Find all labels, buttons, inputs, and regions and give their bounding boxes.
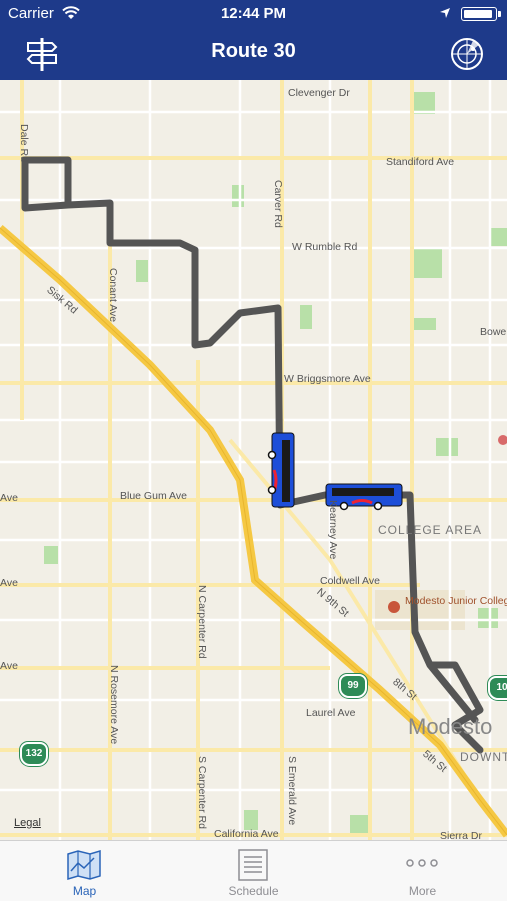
street-label: S Emerald Ave bbox=[286, 756, 298, 826]
street-label: Sierra Dr bbox=[440, 830, 483, 840]
bus-vertical[interactable] bbox=[267, 432, 295, 508]
street-label: Conant Ave bbox=[107, 268, 119, 323]
street-label: Bowe bbox=[480, 326, 507, 338]
map-icon bbox=[67, 849, 101, 881]
highway-108-shield: 10 bbox=[488, 676, 507, 700]
college-pin-icon bbox=[388, 601, 400, 613]
radar-button[interactable] bbox=[447, 34, 487, 74]
radar-icon bbox=[451, 38, 483, 70]
tab-more[interactable]: More bbox=[338, 841, 507, 901]
highway-99-shield: 99 bbox=[339, 674, 367, 698]
status-bar: Carrier 12:44 PM bbox=[0, 0, 507, 28]
tab-label: More bbox=[408, 884, 437, 898]
poi-label: Modesto Junior College bbox=[405, 595, 507, 607]
street-label: N Carpenter Rd bbox=[196, 585, 208, 659]
highway-132-shield: 132 bbox=[20, 742, 48, 766]
clock: 12:44 PM bbox=[220, 5, 287, 22]
street-label: Kearney Ave bbox=[327, 500, 339, 560]
area-label: COLLEGE AREA bbox=[378, 523, 483, 537]
street-label: Standiford Ave bbox=[386, 156, 455, 168]
street-label: Ave bbox=[0, 577, 18, 589]
legal-link[interactable]: Legal bbox=[14, 817, 41, 829]
tab-schedule[interactable]: Schedule bbox=[169, 841, 338, 901]
street-label: S Carpenter Rd bbox=[196, 756, 208, 829]
battery-tip bbox=[498, 11, 501, 17]
more-icon bbox=[406, 859, 438, 867]
page-title: Route 30 bbox=[211, 40, 296, 62]
street-label: Coldwell Ave bbox=[320, 575, 380, 587]
nav-bar: Route 30 bbox=[0, 28, 507, 80]
tab-label: Schedule bbox=[228, 884, 279, 898]
area-label: DOWNT bbox=[460, 750, 507, 764]
street-label: California Ave bbox=[214, 828, 279, 840]
tab-label: Map bbox=[72, 884, 97, 898]
street-label: Blue Gum Ave bbox=[120, 490, 187, 502]
street-label: Carver Rd bbox=[272, 180, 284, 228]
street-label: Dale Rd bbox=[18, 124, 30, 162]
street-label: Laurel Ave bbox=[306, 707, 356, 719]
street-label: Ave bbox=[0, 492, 18, 504]
street-label: Clevenger Dr bbox=[288, 87, 350, 99]
battery-icon bbox=[461, 7, 497, 21]
street-label: N Rosemore Ave bbox=[108, 665, 120, 745]
street-label: Ave bbox=[0, 660, 18, 672]
location-arrow-icon bbox=[440, 8, 450, 18]
schedule-icon bbox=[238, 849, 268, 881]
city-label: Modesto bbox=[408, 714, 493, 739]
route-map[interactable]: Clevenger Dr Dale Rd Standiford Ave Carv… bbox=[0, 80, 507, 840]
tab-bar: Map Schedule More bbox=[0, 840, 507, 901]
tab-map[interactable]: Map bbox=[0, 841, 169, 901]
hospital-pin-icon bbox=[498, 435, 507, 445]
street-label: W Rumble Rd bbox=[292, 241, 358, 253]
street-label: W Briggsmore Ave bbox=[284, 373, 371, 385]
